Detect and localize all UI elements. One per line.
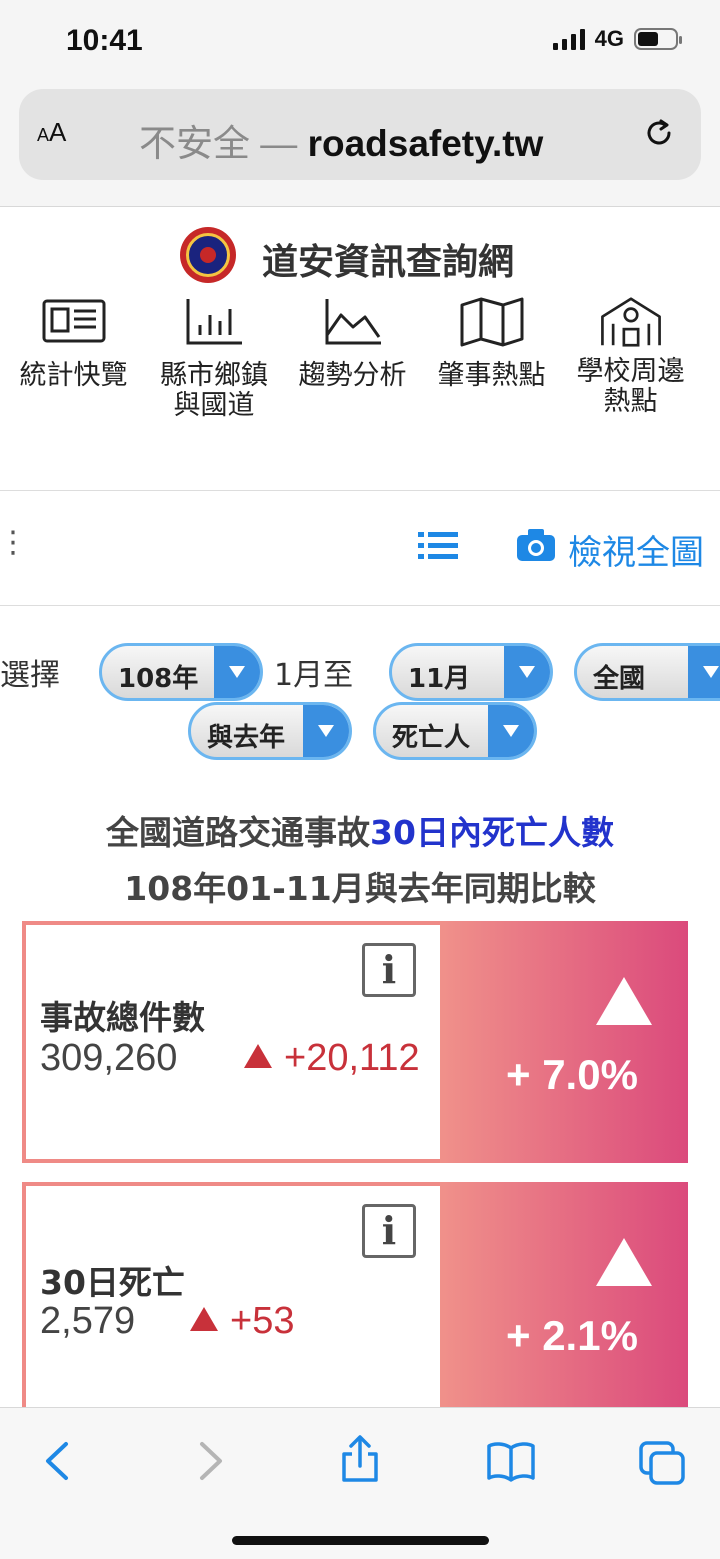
chevron-down-icon	[303, 705, 349, 757]
card-value: 309,260	[40, 1037, 178, 1079]
report-headline: 全國道路交通事故30日內死亡人數	[106, 813, 614, 852]
nav-item-county[interactable]: 縣市鄉鎮與國道	[146, 297, 282, 421]
month-select[interactable]: 11月	[389, 643, 553, 701]
year-select[interactable]: 108年	[99, 643, 263, 701]
bookmarks-icon[interactable]	[486, 1440, 536, 1482]
nav-item-stats[interactable]: 統計快覽	[6, 297, 141, 391]
share-icon[interactable]	[340, 1434, 380, 1484]
card-value: 2,579	[40, 1300, 136, 1342]
up-triangle-icon	[596, 1238, 652, 1286]
url-text[interactable]: 不安全 — roadsafety.tw	[139, 113, 543, 167]
home-indicator[interactable]	[232, 1536, 489, 1545]
status-time: 10:41	[66, 24, 143, 57]
camera-icon[interactable]	[516, 528, 556, 562]
address-bar[interactable]: AA 不安全 — roadsafety.tw	[19, 89, 701, 180]
url-host: roadsafety.tw	[307, 123, 544, 164]
compare-select[interactable]: 與去年	[188, 702, 352, 760]
from-month-label: 1月至	[274, 658, 354, 693]
card-label: 30日死亡	[40, 1263, 185, 1302]
school-icon	[600, 297, 661, 347]
reader-settings-button[interactable]: AA	[37, 117, 66, 148]
card-delta: +20,112	[244, 1037, 420, 1080]
nav-item-trend[interactable]: 趨勢分析	[285, 297, 420, 391]
list-icon[interactable]	[418, 531, 458, 561]
nav-item-school[interactable]: 學校周邊熱點	[563, 297, 698, 417]
up-triangle-icon	[244, 1044, 272, 1068]
site-logo[interactable]	[180, 227, 236, 283]
site-title: 道安資訊查詢網	[262, 242, 515, 283]
info-icon[interactable]: i	[362, 943, 416, 997]
stat-card-accidents: i 事故總件數 309,260 +20,112 + 7.0%	[22, 921, 688, 1163]
card-percent: + 2.1%	[506, 1312, 638, 1359]
card-label: 事故總件數	[40, 998, 205, 1037]
status-indicators: 4G	[552, 26, 682, 52]
battery-icon	[634, 28, 682, 50]
card-percent-panel: + 7.0%	[440, 921, 688, 1163]
back-icon[interactable]	[40, 1440, 74, 1482]
report-subline: 108年01-11月與去年同期比較	[124, 869, 596, 908]
stat-card-deaths: i 30日死亡 2,579 +53 + 2.1%	[22, 1182, 688, 1446]
reload-icon[interactable]	[641, 115, 677, 151]
nav-item-hotspot[interactable]: 肇事熱點	[424, 297, 559, 391]
tabs-icon[interactable]	[638, 1440, 686, 1486]
chevron-down-icon	[504, 646, 550, 698]
more-menu-icon[interactable]: ⋮	[0, 525, 28, 560]
newspaper-icon	[42, 299, 105, 343]
bar-chart-icon	[186, 299, 242, 345]
metric-select[interactable]: 死亡人	[373, 702, 537, 760]
browser-chrome: 10:41 4G AA 不安全 — roadsafety.tw	[0, 0, 720, 207]
content-toolbar: ⋮ 檢視全圖	[0, 490, 720, 606]
nav-label-school: 學校周邊熱點	[576, 356, 685, 417]
filter-panel: 選擇 108年 1月至 11月 全國 與去年 死亡人	[0, 640, 720, 770]
forward-icon[interactable]	[194, 1440, 228, 1482]
insecure-label: 不安全 —	[139, 123, 308, 164]
browser-toolbar	[0, 1407, 720, 1559]
up-triangle-icon	[190, 1307, 218, 1331]
chevron-down-icon	[214, 646, 260, 698]
chevron-down-icon	[488, 705, 534, 757]
card-delta: +53	[190, 1300, 294, 1343]
headline-highlight: 30日內死亡人數	[370, 813, 614, 852]
map-icon	[460, 297, 523, 347]
area-chart-icon	[325, 299, 381, 345]
chevron-down-icon	[688, 646, 720, 698]
region-select[interactable]: 全國	[574, 643, 720, 701]
nav-label-county: 縣市鄉鎮與國道	[160, 360, 268, 421]
cellular-signal-icon	[552, 28, 585, 50]
view-all-button[interactable]: 檢視全圖	[568, 525, 704, 574]
site-header: 道安資訊查詢網 統計快覽 縣市鄉鎮與國道 趨勢分析 肇事熱點 學校周邊熱點	[0, 207, 720, 533]
up-triangle-icon	[596, 977, 652, 1025]
network-type: 4G	[594, 26, 624, 51]
card-percent: + 7.0%	[506, 1051, 638, 1098]
info-icon[interactable]: i	[362, 1204, 416, 1258]
select-label: 選擇	[0, 658, 60, 693]
